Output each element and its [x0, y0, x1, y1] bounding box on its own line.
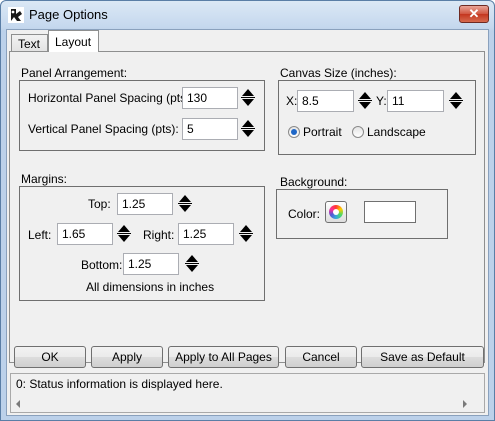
background-color-swatch[interactable]: [364, 201, 416, 223]
canvas-size-label: Canvas Size (inches):: [280, 66, 397, 80]
landscape-radio[interactable]: [352, 126, 364, 138]
horizontal-spacing-label: Horizontal Panel Spacing (pts):: [28, 91, 194, 105]
window-title: Page Options: [29, 7, 108, 22]
color-wheel-icon: [329, 205, 343, 219]
spin-down-icon[interactable]: [359, 102, 371, 109]
status-horizontal-scrollbar[interactable]: [12, 396, 483, 411]
background-label: Background:: [280, 175, 348, 189]
portrait-label[interactable]: Portrait: [303, 125, 342, 139]
margin-top-input[interactable]: 1.25: [117, 193, 173, 215]
dialog-client-area: Text Layout Panel Arrangement: Horizonta…: [6, 29, 489, 416]
title-bar[interactable]: Page Options ✕: [1, 1, 494, 29]
dimensions-note: All dimensions in inches: [86, 280, 215, 294]
color-picker-button[interactable]: [325, 201, 347, 223]
vertical-spacing-input[interactable]: 5: [182, 118, 238, 140]
portrait-radio[interactable]: [288, 126, 300, 138]
margin-right-input[interactable]: 1.25: [178, 223, 234, 245]
spin-down-icon[interactable]: [242, 99, 254, 106]
spin-up-icon[interactable]: [450, 92, 462, 99]
margin-left-label: Left:: [28, 228, 52, 242]
horizontal-spacing-spinner[interactable]: [241, 87, 255, 109]
landscape-label[interactable]: Landscape: [367, 125, 426, 139]
margin-right-spinner[interactable]: [239, 223, 253, 245]
vertical-spacing-spinner[interactable]: [241, 118, 255, 140]
status-text: 0: Status information is displayed here.: [16, 377, 223, 391]
horizontal-spacing-input[interactable]: 130: [182, 87, 238, 109]
spin-up-icon[interactable]: [240, 225, 252, 232]
canvas-y-input[interactable]: 11: [387, 90, 444, 112]
spin-up-icon[interactable]: [359, 92, 371, 99]
margin-top-label: Top:: [88, 197, 111, 211]
margins-label: Margins:: [21, 172, 68, 186]
spin-down-icon[interactable]: [118, 235, 130, 242]
background-color-label: Color:: [288, 207, 321, 221]
apply-button[interactable]: Apply: [91, 346, 163, 368]
margin-right-label: Right:: [143, 228, 175, 242]
tab-text[interactable]: Text: [11, 34, 48, 51]
status-bar: 0: Status information is displayed here.: [10, 373, 485, 413]
spin-up-icon[interactable]: [186, 255, 198, 262]
save-as-default-button[interactable]: Save as Default: [361, 346, 484, 368]
margin-left-input[interactable]: 1.65: [57, 223, 113, 245]
tab-layout[interactable]: Layout: [48, 30, 99, 52]
close-icon: ✕: [468, 6, 480, 21]
margin-bottom-spinner[interactable]: [185, 253, 199, 275]
spin-up-icon[interactable]: [118, 225, 130, 232]
spin-down-icon[interactable]: [242, 130, 254, 137]
canvas-x-label: X:: [286, 94, 298, 108]
spin-down-icon[interactable]: [240, 235, 252, 242]
spin-up-icon[interactable]: [242, 89, 254, 96]
ok-button[interactable]: OK: [14, 346, 86, 368]
canvas-y-spinner[interactable]: [449, 90, 463, 112]
spin-down-icon[interactable]: [179, 205, 191, 212]
panel-arrangement-label: Panel Arrangement:: [21, 66, 128, 80]
margin-bottom-label: Bottom:: [81, 258, 123, 272]
close-button[interactable]: ✕: [459, 5, 489, 23]
margin-top-spinner[interactable]: [178, 193, 192, 215]
cancel-button[interactable]: Cancel: [285, 346, 357, 368]
scroll-right-icon[interactable]: [463, 400, 467, 408]
apply-to-all-pages-button[interactable]: Apply to All Pages: [168, 346, 279, 368]
canvas-y-label: Y:: [376, 94, 387, 108]
canvas-x-spinner[interactable]: [358, 90, 372, 112]
vertical-spacing-label: Vertical Panel Spacing (pts):: [28, 122, 179, 136]
spin-up-icon[interactable]: [242, 120, 254, 127]
canvas-x-input[interactable]: 8.5: [297, 90, 354, 112]
spin-down-icon[interactable]: [450, 102, 462, 109]
margin-bottom-input[interactable]: 1.25: [123, 253, 179, 275]
margin-left-spinner[interactable]: [117, 223, 131, 245]
spin-down-icon[interactable]: [186, 265, 198, 272]
page-options-window: Page Options ✕ Text Layout Panel Arrange…: [0, 0, 495, 421]
spin-up-icon[interactable]: [179, 195, 191, 202]
app-icon: [8, 7, 24, 23]
scroll-left-icon[interactable]: [16, 400, 20, 408]
layout-tab-panel: Panel Arrangement: Horizontal Panel Spac…: [9, 51, 485, 363]
